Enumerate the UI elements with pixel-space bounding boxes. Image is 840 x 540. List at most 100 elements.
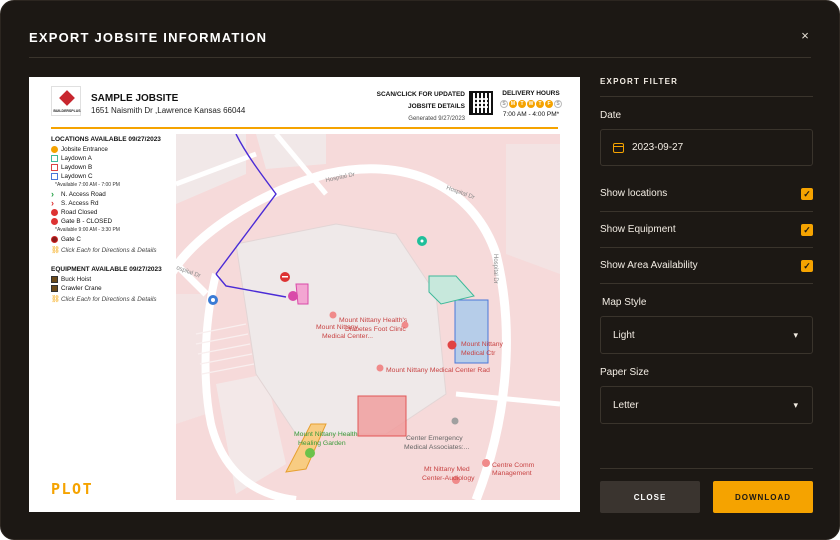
date-value: 2023-09-27: [632, 142, 684, 153]
checkbox[interactable]: ✓: [801, 187, 813, 200]
legend-item[interactable]: Road Closed: [51, 208, 176, 217]
road-closed-icon: [51, 209, 58, 216]
paper-size-label: Paper Size: [600, 367, 649, 378]
chevron-down-icon: ▾: [793, 329, 798, 340]
chevron-down-icon: ▾: [793, 399, 798, 410]
directions-link[interactable]: ⛓ Click Each for Directions & Details: [51, 246, 176, 255]
header-divider: [29, 57, 811, 58]
legend-item[interactable]: Jobsite Entrance: [51, 145, 176, 154]
export-filter-panel: EXPORT FILTER Date 2023-09-27 Show locat…: [600, 65, 813, 424]
sheet-divider: [51, 127, 558, 129]
paper-size-value: Letter: [613, 399, 639, 411]
delivery-hours: DELIVERY HOURS SMTWTFS 7:00 AM - 4:00 PM…: [495, 88, 567, 120]
export-dialog: EXPORT JOBSITE INFORMATION × BUILDERSPLU…: [0, 0, 840, 540]
legend-gate-c[interactable]: Gate C: [51, 235, 176, 244]
label-med-1: Mount Nittany: [316, 324, 359, 331]
legend-item[interactable]: Laydown B: [51, 163, 176, 172]
legend-item[interactable]: › N. Access Road: [51, 190, 176, 199]
map-style-select[interactable]: Light ▾: [600, 316, 813, 354]
laydown-c-icon: [51, 173, 58, 180]
directions-link[interactable]: ⛓ Click Each for Directions & Details: [51, 295, 176, 304]
label-ctr-2: Medical Ctr: [461, 350, 496, 357]
toggle-label: Show Equipment: [600, 224, 676, 235]
delivery-day-2: T: [518, 100, 526, 108]
laydown-a-icon: [51, 155, 58, 162]
map-style-label: Map Style: [602, 297, 647, 308]
calendar-icon: [613, 142, 624, 153]
panel-heading: EXPORT FILTER: [600, 65, 813, 97]
company-logo: BUILDERSPLUS: [51, 86, 81, 116]
gate-closed-icon: [51, 218, 58, 225]
label-ctr-1: Mount Nittany: [461, 341, 504, 348]
toggle-label: Show Area Availability: [600, 260, 698, 271]
legend-label: Laydown B: [61, 164, 93, 171]
toggle-label: Show locations: [600, 188, 668, 199]
chevron-green-icon: ›: [51, 189, 54, 199]
delivery-day-5: F: [545, 100, 553, 108]
label-aud-1: Mt Nittany Med: [424, 466, 470, 473]
label-centre-1: Centre Comm: [492, 462, 535, 469]
laydown-b-area: [357, 395, 407, 437]
legend-label: Laydown A: [61, 155, 92, 162]
pink-zone: [295, 283, 309, 305]
legend-label: Road Closed: [61, 209, 98, 216]
label-emergency-2: Medical Associates:...: [404, 444, 469, 451]
qr-code-icon[interactable]: [469, 91, 493, 115]
delivery-day-3: W: [527, 100, 535, 108]
label-med-2: Medical Center...: [322, 333, 373, 340]
label-rad: Mount Nittany Medical Center Rad: [386, 367, 490, 374]
legend-item[interactable]: Laydown A: [51, 154, 176, 163]
delivery-day-1: M: [509, 100, 517, 108]
delivery-day-4: T: [536, 100, 544, 108]
paper-size-select[interactable]: Letter ▾: [600, 386, 813, 424]
site-name: SAMPLE JOBSITE: [91, 93, 179, 104]
legend-item[interactable]: Laydown C: [51, 172, 176, 181]
toggle-row-1[interactable]: Show Equipment ✓: [600, 212, 813, 248]
legend-item[interactable]: › S. Access Rd: [51, 199, 176, 208]
legend-item[interactable]: Crawler Crane: [51, 284, 176, 293]
checkbox[interactable]: ✓: [801, 223, 813, 236]
download-button[interactable]: DOWNLOAD: [713, 481, 813, 513]
note: *Available 7:00 AM - 7:00 PM: [55, 182, 120, 188]
legend-label: Crawler Crane: [61, 285, 102, 292]
legend-item[interactable]: Buck Hoist: [51, 275, 176, 284]
map-legend: LOCATIONS AVAILABLE 09/27/2023 Jobsite E…: [51, 135, 176, 304]
gate-c-icon: [51, 236, 58, 243]
label-diabetes-1: Mount Nittany Health's: [339, 317, 408, 324]
label-centre-2: Management: [492, 470, 532, 477]
legend-item[interactable]: Gate B - CLOSED: [51, 217, 176, 226]
checkbox[interactable]: ✓: [801, 259, 813, 272]
legend-label: Gate B - CLOSED: [61, 218, 113, 225]
delivery-day-0: S: [500, 100, 508, 108]
site-address: 1651 Naismith Dr ,Lawrence Kansas 66044: [91, 106, 246, 115]
note: *Available 9:00 AM - 3:30 PM: [55, 227, 120, 233]
map-style-value: Light: [613, 329, 635, 341]
label-garden-1: Mount Nittany Health: [294, 431, 358, 438]
legend-label: S. Access Rd: [61, 200, 99, 207]
equipment-title: EQUIPMENT AVAILABLE 09/27/2023: [51, 266, 162, 273]
label-aud-2: Center-Audiology: [422, 475, 475, 482]
label-emergency-1: Center Emergency: [406, 435, 463, 442]
jobsite-map[interactable]: Mount Nittany Health's Diabetes Foot Cli…: [176, 134, 560, 500]
toggle-row-0[interactable]: Show locations ✓: [600, 176, 813, 212]
date-field[interactable]: 2023-09-27: [600, 129, 813, 166]
close-button[interactable]: CLOSE: [600, 481, 700, 513]
scan-info: SCAN/CLICK FOR UPDATED JOBSITE DETAILS G…: [376, 91, 465, 122]
delivery-day-6: S: [554, 100, 562, 108]
date-label: Date: [600, 110, 622, 121]
chevron-red-icon: ›: [51, 198, 54, 208]
footer-divider: [600, 468, 813, 469]
legend-label: Jobsite Entrance: [61, 146, 108, 153]
laydown-b-icon: [51, 164, 58, 171]
toggle-row-2[interactable]: Show Area Availability ✓: [600, 248, 813, 284]
close-icon[interactable]: ×: [797, 27, 813, 45]
crane-icon: [51, 285, 58, 292]
label-garden-2: Healing Garden: [298, 440, 346, 447]
link-icon: ⛓: [51, 247, 60, 254]
locations-title: LOCATIONS AVAILABLE 09/27/2023: [51, 136, 161, 143]
plot-logo: PLOT: [51, 480, 94, 498]
hoist-icon: [51, 276, 58, 283]
legend-label: N. Access Road: [61, 191, 106, 198]
legend-label: Laydown C: [61, 173, 93, 180]
jobsite-preview-sheet: BUILDERSPLUS SAMPLE JOBSITE 1651 Naismit…: [29, 77, 580, 512]
